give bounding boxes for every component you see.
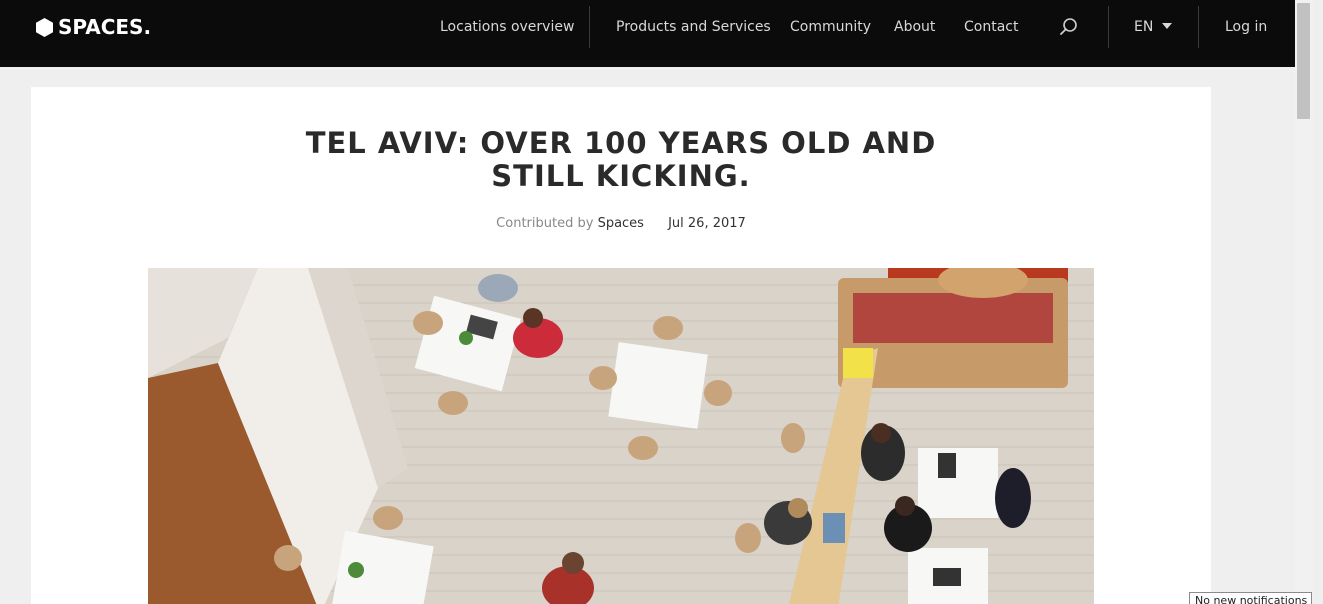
language-selector[interactable]: EN [1134, 18, 1153, 36]
nav-community[interactable]: Community [790, 18, 871, 36]
contributed-by-label: Contributed by [496, 216, 594, 231]
search-icon [1060, 18, 1077, 35]
article-card: TEL AVIV: OVER 100 YEARS OLD AND STILL K… [31, 87, 1211, 604]
top-navbar: SPACES. Locations overview Products and … [0, 0, 1295, 67]
nav-divider [589, 6, 590, 48]
notification-tooltip: No new notifications [1189, 592, 1312, 604]
spaces-logo[interactable]: SPACES. [36, 15, 151, 39]
brand-name: SPACES. [58, 15, 152, 39]
nav-divider [1108, 6, 1109, 48]
nav-contact[interactable]: Contact [964, 18, 1018, 36]
nav-divider [1198, 6, 1199, 48]
nav-locations-overview[interactable]: Locations overview [440, 18, 574, 36]
nav-about[interactable]: About [894, 18, 935, 36]
coworking-photo [148, 268, 1094, 604]
login-link[interactable]: Log in [1225, 18, 1267, 36]
chevron-down-icon [1162, 23, 1172, 29]
publish-date: Jul 26, 2017 [668, 216, 746, 231]
nav-products-services[interactable]: Products and Services [616, 18, 771, 36]
scrollbar-thumb[interactable] [1297, 3, 1310, 119]
article-meta: Contributed by Spaces Jul 26, 2017 [31, 216, 1211, 231]
hero-image [148, 268, 1094, 604]
article-title: TEL AVIV: OVER 100 YEARS OLD AND STILL K… [305, 126, 937, 193]
author-link[interactable]: Spaces [598, 216, 644, 231]
hexagon-logo-icon [36, 17, 53, 37]
search-button[interactable] [1059, 17, 1079, 37]
